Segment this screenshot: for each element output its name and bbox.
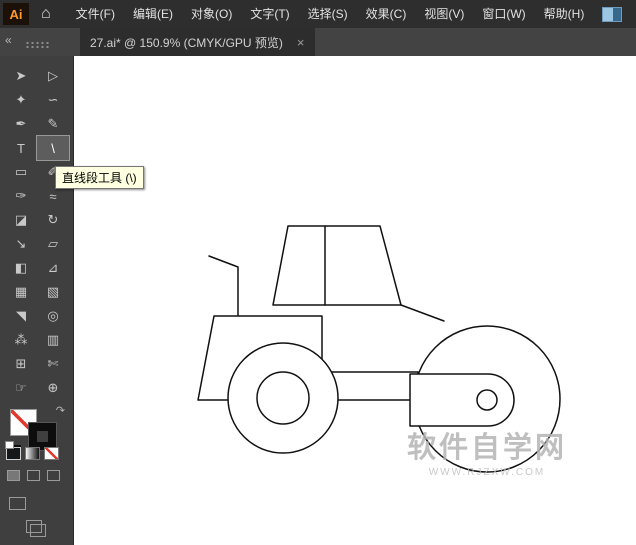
gradient-tool[interactable]: ▧: [37, 280, 69, 304]
zoom-tool[interactable]: ⊕: [37, 376, 69, 400]
tab-close-icon[interactable]: ×: [297, 35, 305, 50]
rotate-tool[interactable]: ↻: [37, 208, 69, 232]
menu-item-1[interactable]: 编辑(E): [124, 0, 182, 28]
menu-bar: Ai ⌂ 文件(F)编辑(E)对象(O)文字(T)选择(S)效果(C)视图(V)…: [0, 0, 636, 29]
eraser-tool[interactable]: ◪: [5, 208, 37, 232]
menu-item-3[interactable]: 文字(T): [241, 0, 298, 28]
pencil-tool[interactable]: ✑: [5, 184, 37, 208]
menubar-menus: 文件(F)编辑(E)对象(O)文字(T)选择(S)效果(C)视图(V)窗口(W)…: [67, 0, 594, 28]
draw-behind-icon[interactable]: [27, 470, 40, 481]
free-transform-tool[interactable]: ▱: [37, 232, 69, 256]
type-tool[interactable]: T: [5, 136, 37, 160]
shape-builder-tool[interactable]: ◧: [5, 256, 37, 280]
pen-tool[interactable]: ✒: [5, 112, 37, 136]
menu-item-7[interactable]: 窗口(W): [473, 0, 534, 28]
artboard-canvas[interactable]: [74, 56, 636, 545]
rectangle-tool[interactable]: ▭: [5, 160, 37, 184]
perspective-grid-tool[interactable]: ⊿: [37, 256, 69, 280]
edit-toolbar-icon[interactable]: [26, 520, 42, 533]
hand-tool[interactable]: ☞: [5, 376, 37, 400]
direct-selection-tool[interactable]: ▷: [37, 64, 69, 88]
menu-item-2[interactable]: 对象(O): [182, 0, 241, 28]
eyedropper-tool[interactable]: ◥: [5, 304, 37, 328]
stroke-color-swatch[interactable]: [29, 423, 56, 450]
menu-item-0[interactable]: 文件(F): [67, 0, 124, 28]
selection-tool[interactable]: ➤: [5, 64, 37, 88]
draw-normal-icon[interactable]: [7, 470, 20, 481]
apply-none-button[interactable]: [44, 447, 59, 460]
draw-inside-icon[interactable]: [47, 470, 60, 481]
tab-bar: « 27.ai* @ 150.9% (CMYK/GPU 预览) ×: [0, 28, 636, 56]
menu-item-5[interactable]: 效果(C): [357, 0, 416, 28]
tool-tooltip: 直线段工具 (\): [55, 166, 144, 189]
change-screen-mode-icon[interactable]: [9, 497, 26, 510]
apply-gradient-button[interactable]: [25, 447, 40, 460]
panel-grip-dots[interactable]: [25, 41, 51, 50]
illustrator-window: Ai ⌂ 文件(F)编辑(E)对象(O)文字(T)选择(S)效果(C)视图(V)…: [0, 0, 636, 545]
curvature-tool[interactable]: ✎: [37, 112, 69, 136]
tools-panel: ➤▷✦∽✒✎T\▭✐✑≈◪↻↘▱◧⊿▦▧◥◎⁂▥⊞✄☞⊕ ↷: [0, 56, 74, 545]
default-fill-mini: [5, 441, 14, 449]
home-icon[interactable]: ⌂: [41, 5, 51, 23]
artboard-tool[interactable]: ⊞: [5, 352, 37, 376]
menu-item-4[interactable]: 选择(S): [299, 0, 357, 28]
drawing-modes-row: [7, 470, 60, 481]
tools-grid: ➤▷✦∽✒✎T\▭✐✑≈◪↻↘▱◧⊿▦▧◥◎⁂▥⊞✄☞⊕: [0, 56, 73, 400]
symbol-sprayer-tool[interactable]: ⁂: [5, 328, 37, 352]
scale-tool[interactable]: ↘: [5, 232, 37, 256]
document-tab[interactable]: 27.ai* @ 150.9% (CMYK/GPU 预览) ×: [80, 28, 315, 56]
collapse-panel-icon[interactable]: «: [5, 33, 12, 47]
slice-tool[interactable]: ✄: [37, 352, 69, 376]
document-tab-label: 27.ai* @ 150.9% (CMYK/GPU 预览): [90, 34, 283, 51]
app-logo: Ai: [3, 3, 29, 25]
column-graph-tool[interactable]: ▥: [37, 328, 69, 352]
blend-tool[interactable]: ◎: [37, 304, 69, 328]
workspace-switcher-icon[interactable]: [602, 7, 622, 22]
magic-wand-tool[interactable]: ✦: [5, 88, 37, 112]
menu-item-8[interactable]: 帮助(H): [535, 0, 594, 28]
mesh-tool[interactable]: ▦: [5, 280, 37, 304]
swap-fill-stroke-icon[interactable]: ↷: [56, 404, 65, 417]
lasso-tool[interactable]: ∽: [37, 88, 69, 112]
menu-item-6[interactable]: 视图(V): [415, 0, 473, 28]
line-segment-tool[interactable]: \: [37, 136, 69, 160]
